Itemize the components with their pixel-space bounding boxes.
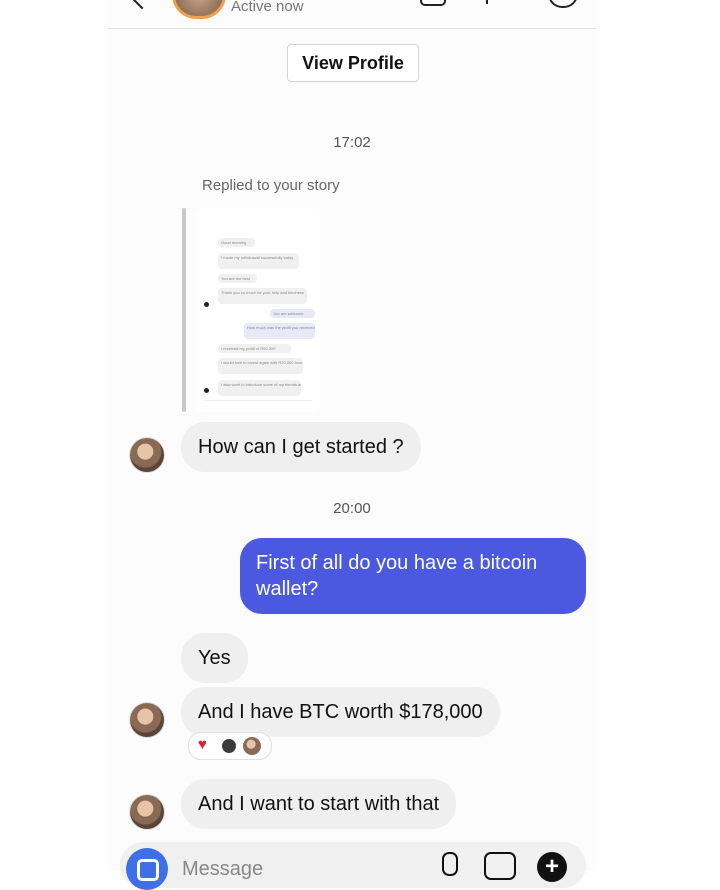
- story-line: I made my withdrawal successfully today: [218, 253, 299, 269]
- message-input[interactable]: [182, 854, 422, 884]
- story-composer-line: [204, 400, 312, 401]
- audio-call-icon[interactable]: [420, 0, 446, 6]
- timestamp: 20:00: [333, 500, 371, 517]
- video-call-icon[interactable]: [486, 0, 488, 4]
- story-reply-bar: [182, 208, 186, 412]
- story-line: How much was the profit you received?: [244, 323, 315, 339]
- story-line: I would love to invest again with R20,00…: [218, 358, 303, 374]
- story-line: Thank you so much for your help and kind…: [218, 288, 307, 304]
- gallery-icon[interactable]: [484, 852, 516, 880]
- sender-avatar[interactable]: [130, 438, 164, 472]
- microphone-icon[interactable]: [442, 852, 458, 876]
- add-sticker-icon[interactable]: +: [537, 852, 567, 882]
- story-reply-label: Replied to your story: [202, 177, 340, 194]
- person-reaction-icon: [222, 739, 236, 753]
- story-line: I also want to introduce some of my frie…: [218, 380, 301, 396]
- sender-avatar[interactable]: [130, 703, 164, 737]
- camera-icon: [137, 859, 159, 881]
- header-divider: [108, 28, 596, 29]
- story-avatar-dot: [204, 388, 209, 393]
- outgoing-message[interactable]: First of all do you have a bitcoin walle…: [240, 538, 586, 614]
- incoming-message[interactable]: And I want to start with that: [181, 779, 457, 829]
- story-line: Good morning: [218, 238, 255, 247]
- story-avatar-dot: [204, 302, 209, 307]
- avatar-reaction-icon: [243, 737, 261, 755]
- sender-avatar[interactable]: [130, 795, 164, 829]
- story-preview[interactable]: Good morning I made my withdrawal succes…: [196, 208, 320, 412]
- incoming-message[interactable]: Yes: [181, 633, 248, 683]
- incoming-message[interactable]: And I have BTC worth $178,000: [181, 687, 500, 737]
- view-profile-button[interactable]: View Profile: [287, 44, 419, 82]
- heart-icon: ♥: [198, 736, 207, 753]
- active-status: Active now: [231, 0, 304, 15]
- story-line: I received my profit of R60,000: [218, 344, 291, 353]
- chat-header: [0, 0, 720, 24]
- incoming-message[interactable]: How can I get started ?: [181, 422, 421, 472]
- timestamp: 17:02: [333, 134, 371, 151]
- story-line: You are the best: [218, 274, 257, 283]
- story-line: You are welcome: [270, 309, 315, 318]
- message-reactions[interactable]: ♥: [188, 732, 272, 760]
- camera-button[interactable]: [126, 848, 168, 890]
